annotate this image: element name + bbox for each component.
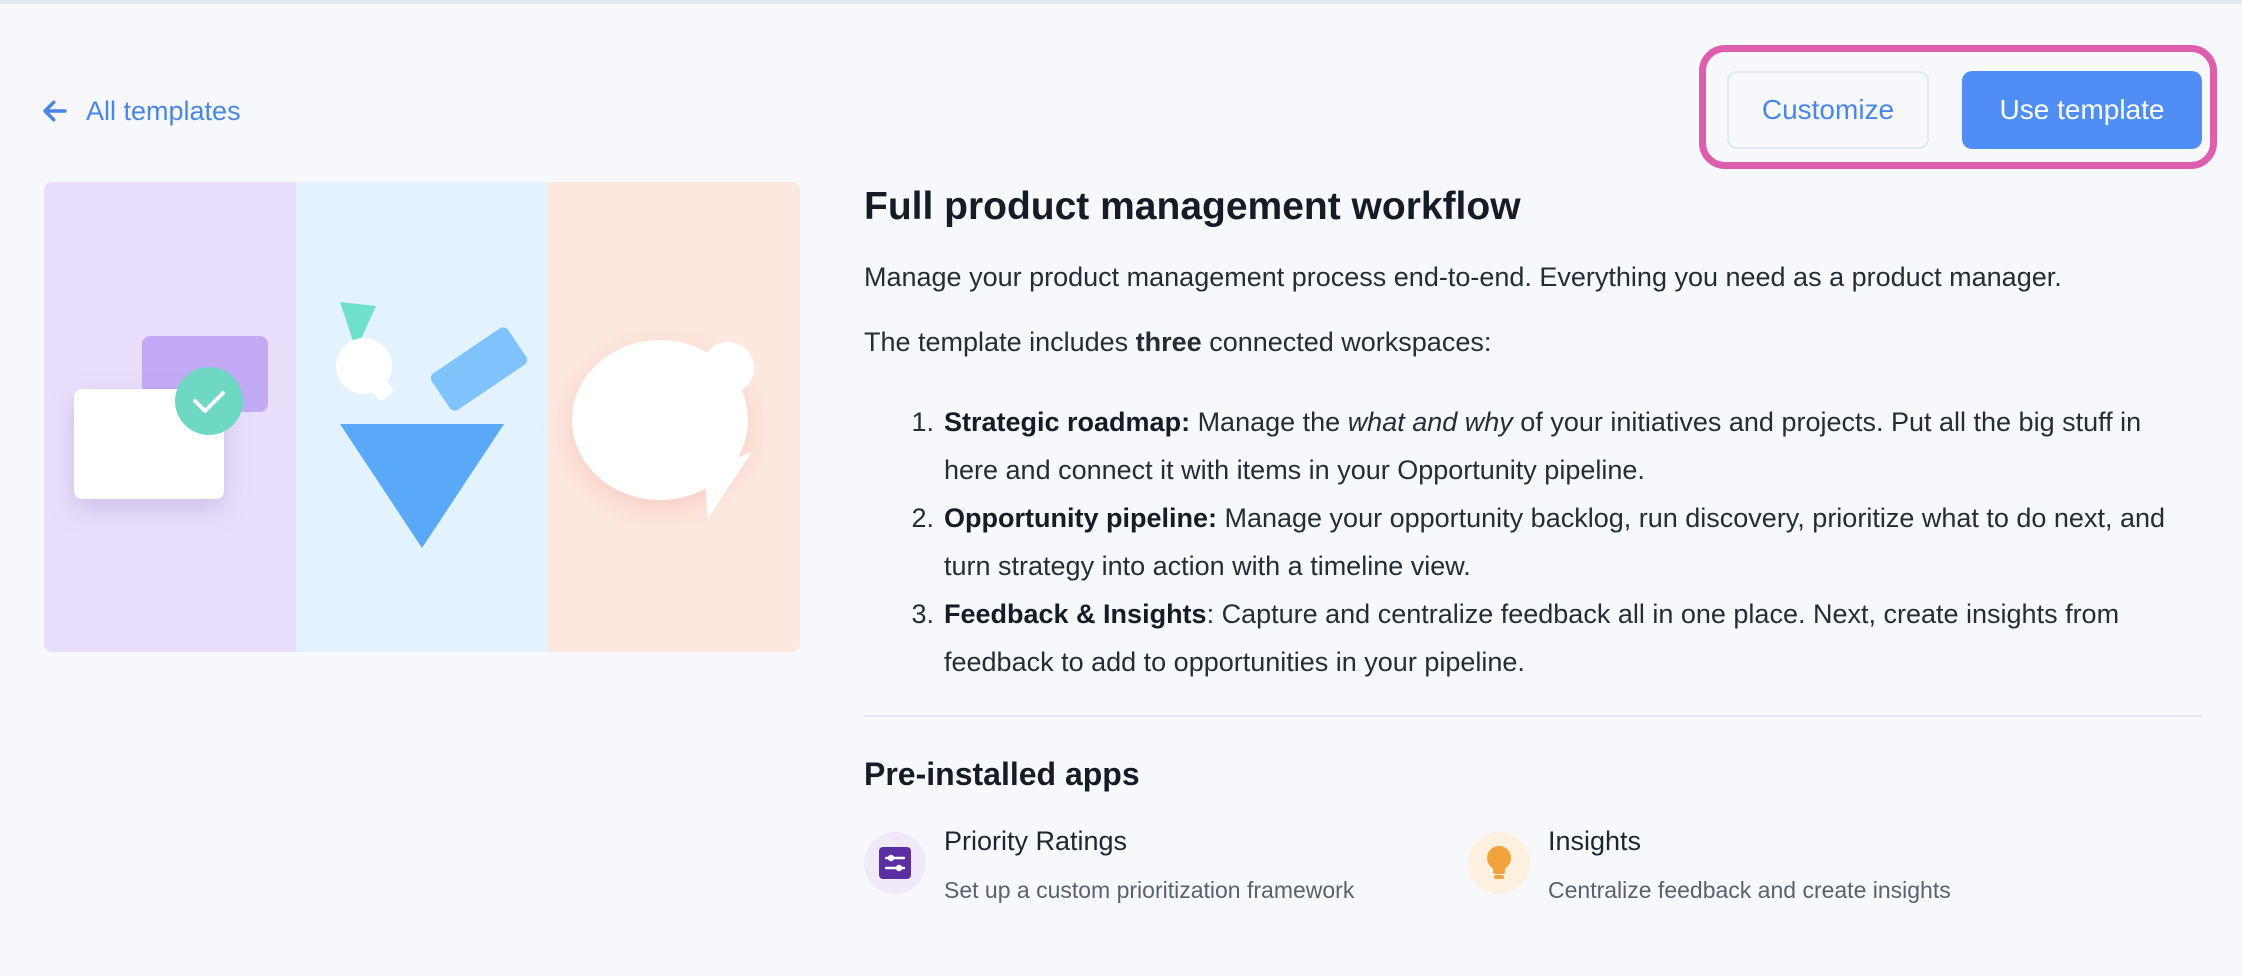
list-item-number: 2. [911,503,934,533]
app-icon-badge [864,832,926,894]
template-includes-text: The template includes three connected wo… [864,327,1491,358]
app-icon-badge [1468,832,1530,894]
top-border [0,0,2242,4]
customize-button[interactable]: Customize [1727,71,1929,149]
list-item-number: 3. [911,599,934,629]
app-name: Insights [1548,826,1642,856]
list-item-text: Strategic roadmap: Manage the what and w… [944,398,2184,494]
lightbulb-icon [1487,846,1511,879]
section-divider [864,715,2202,717]
includes-suffix: connected workspaces: [1201,327,1492,357]
list-item-text: Feedback & Insights: Capture and central… [944,590,2184,686]
app-text: Insights Centralize feedback and create … [1548,826,1951,904]
template-description: Manage your product management process e… [864,262,2062,292]
includes-count: three [1135,327,1202,357]
workspaces-list: 1. Strategic roadmap: Manage the what an… [864,398,2184,686]
workspace-name: Strategic roadmap: [944,407,1191,437]
sliders-icon [879,847,911,879]
list-item-text: Opportunity pipeline: Manage your opport… [944,494,2184,590]
app-description: Centralize feedback and create insights [1548,877,1951,903]
template-preview-image [44,182,800,652]
includes-prefix: The template includes [864,327,1136,357]
workspace-name: Feedback & Insights [944,599,1207,629]
workspace-desc-emphasis: what and why [1347,407,1513,437]
preview-illustration [74,302,754,548]
workspace-desc-part: Manage the [1190,407,1348,437]
workspace-name: Opportunity pipeline: [944,503,1217,533]
back-link-label: All templates [86,95,241,126]
app-priority-ratings: Priority Ratings Set up a custom priorit… [864,826,1354,904]
app-insights: Insights Centralize feedback and create … [1468,826,1951,904]
list-item-number: 1. [911,407,934,437]
use-template-button[interactable]: Use template [1962,71,2202,149]
preinstalled-apps-heading: Pre-installed apps [864,756,1140,792]
list-item: 1. Strategic roadmap: Manage the what an… [864,398,2184,494]
template-title: Full product management workflow [864,185,1521,228]
list-item: 3. Feedback & Insights: Capture and cent… [864,590,2184,686]
app-name: Priority Ratings [944,826,1128,856]
app-description: Set up a custom prioritization framework [944,877,1355,903]
back-to-all-templates-link[interactable]: All templates [40,90,241,132]
list-item: 2. Opportunity pipeline: Manage your opp… [864,494,2184,590]
app-text: Priority Ratings Set up a custom priorit… [944,826,1354,904]
arrow-left-icon [43,100,67,122]
